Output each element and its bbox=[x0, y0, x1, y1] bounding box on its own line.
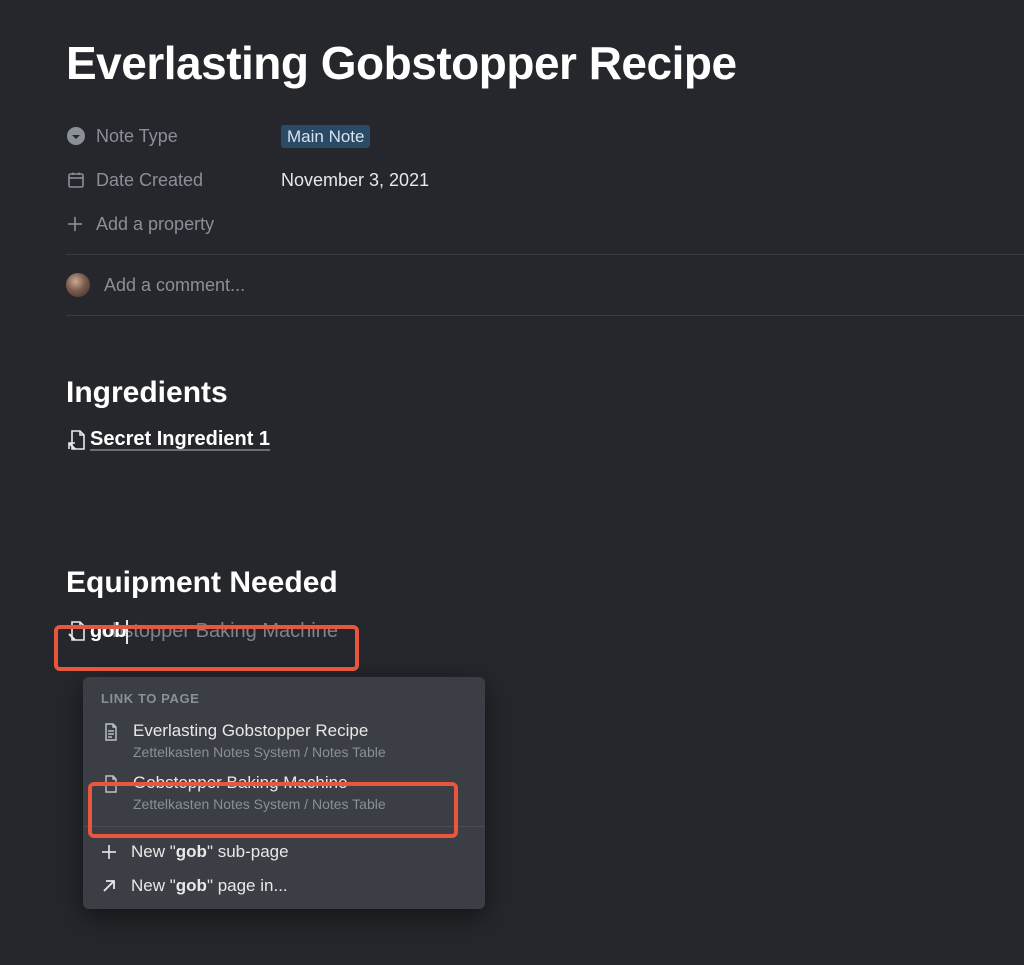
page-icon bbox=[101, 722, 121, 742]
plus-icon bbox=[66, 215, 84, 233]
new-subpage-action[interactable]: New "gob" sub-page bbox=[83, 835, 485, 869]
arrow-up-right-icon bbox=[101, 878, 117, 894]
page-title[interactable]: Everlasting Gobstopper Recipe bbox=[66, 36, 1024, 90]
menu-item-path: Zettelkasten Notes System / Notes Table bbox=[133, 796, 386, 812]
select-icon bbox=[66, 126, 86, 146]
property-label: Note Type bbox=[96, 126, 178, 147]
date-value[interactable]: November 3, 2021 bbox=[281, 170, 429, 191]
menu-separator bbox=[83, 826, 485, 827]
property-note-type[interactable]: Note Type Main Note bbox=[66, 114, 1024, 158]
input-typed-text: gob bbox=[90, 620, 127, 643]
add-comment-row[interactable]: Add a comment... bbox=[66, 255, 1024, 316]
link-suggest-menu: LINK TO PAGE Everlasting Gobstopper Reci… bbox=[83, 677, 485, 909]
menu-item-title: Everlasting Gobstopper Recipe bbox=[133, 720, 386, 742]
menu-section-header: LINK TO PAGE bbox=[83, 687, 485, 714]
add-property-button[interactable]: Add a property bbox=[66, 202, 1024, 246]
page-link-icon bbox=[66, 620, 88, 642]
calendar-icon bbox=[66, 170, 86, 190]
new-page-in-label: New "gob" page in... bbox=[131, 876, 288, 896]
new-page-in-action[interactable]: New "gob" page in... bbox=[83, 869, 485, 903]
plus-icon bbox=[101, 844, 117, 860]
ingredients-heading[interactable]: Ingredients bbox=[66, 376, 1024, 410]
comment-placeholder: Add a comment... bbox=[104, 275, 245, 296]
menu-item-title: Gobstopper Baking Machine bbox=[133, 772, 386, 794]
page-link-icon bbox=[66, 429, 88, 451]
menu-item-baking-machine[interactable]: Gobstopper Baking Machine Zettelkasten N… bbox=[83, 766, 485, 818]
property-label: Date Created bbox=[96, 170, 203, 191]
text-caret bbox=[126, 620, 128, 644]
avatar bbox=[66, 273, 90, 297]
properties-block: Note Type Main Note Date Created Novembe… bbox=[66, 114, 1024, 255]
ingredient-link[interactable]: Secret Ingredient 1 bbox=[66, 428, 270, 451]
note-type-tag[interactable]: Main Note bbox=[281, 125, 370, 148]
menu-item-path: Zettelkasten Notes System / Notes Table bbox=[133, 744, 386, 760]
page-icon bbox=[101, 774, 121, 794]
ingredient-link-text: Secret Ingredient 1 bbox=[90, 428, 270, 451]
equipment-heading[interactable]: Equipment Needed bbox=[66, 566, 1024, 600]
new-subpage-label: New "gob" sub-page bbox=[131, 842, 289, 862]
add-property-label: Add a property bbox=[96, 214, 214, 235]
link-search-input[interactable]: gobstopper Baking Machine gob bbox=[66, 620, 127, 643]
property-date-created[interactable]: Date Created November 3, 2021 bbox=[66, 158, 1024, 202]
menu-item-recipe[interactable]: Everlasting Gobstopper Recipe Zettelkast… bbox=[83, 714, 485, 766]
